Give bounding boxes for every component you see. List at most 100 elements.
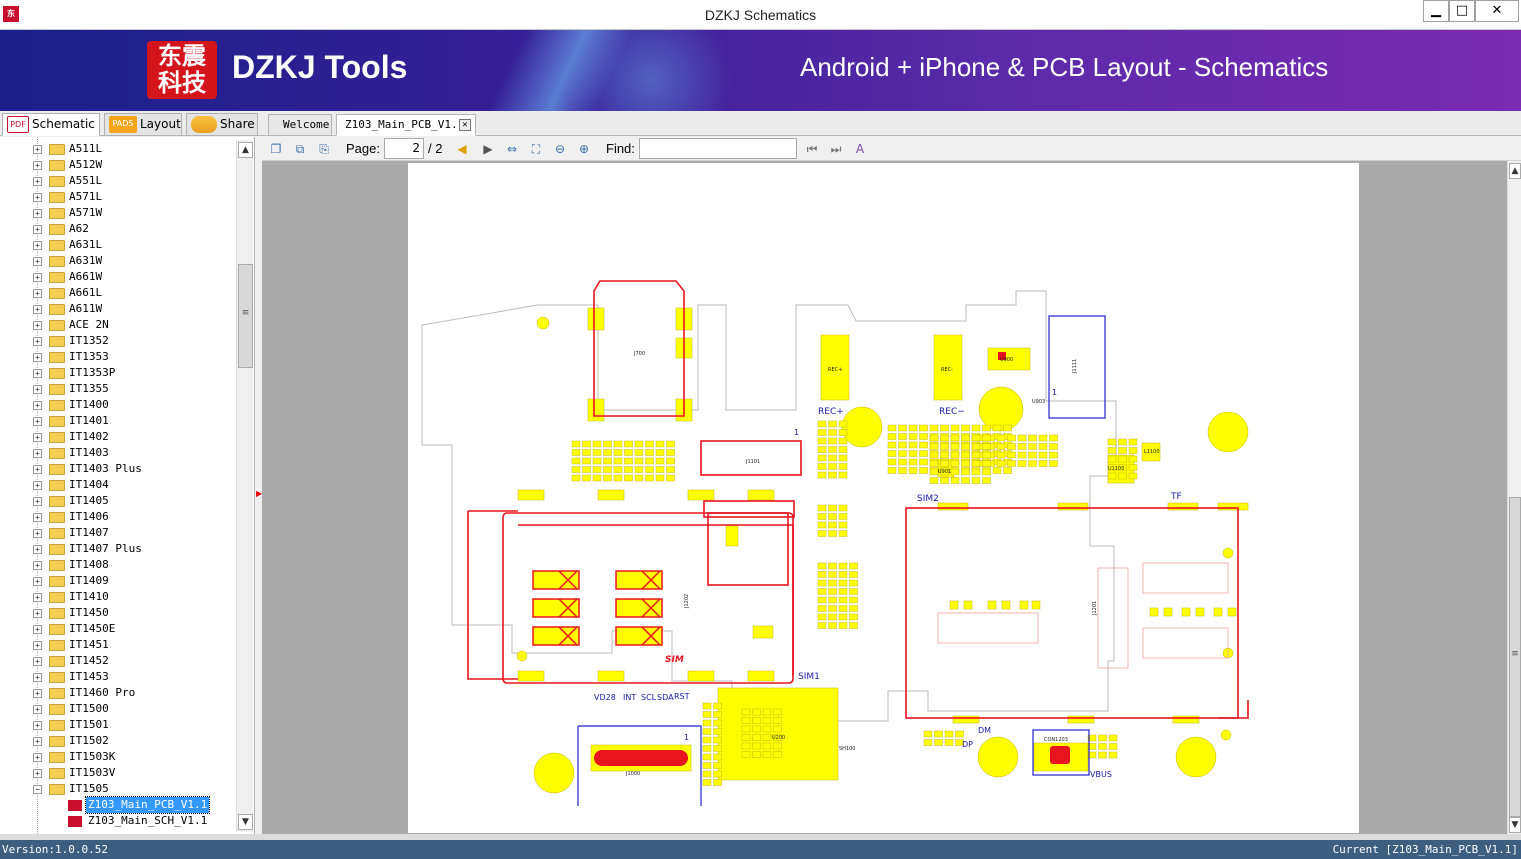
paste-icon[interactable]: ⎘: [316, 141, 332, 157]
expand-icon[interactable]: +: [33, 753, 42, 762]
tree-file[interactable]: Z103_Main_PCB_V1.1: [0, 796, 236, 814]
panel-splitter[interactable]: ▶: [255, 137, 262, 834]
find-input[interactable]: [639, 138, 797, 159]
zoom-in-icon[interactable]: ⊕: [576, 141, 592, 157]
tree-folder[interactable]: + IT1403 Plus: [0, 461, 236, 477]
find-next-icon[interactable]: ⏭: [828, 141, 844, 157]
expand-icon[interactable]: +: [33, 721, 42, 730]
tree-folder[interactable]: + A571L: [0, 189, 236, 205]
tree-folder[interactable]: + IT1401: [0, 413, 236, 429]
expand-icon[interactable]: +: [33, 337, 42, 346]
tree-folder[interactable]: + ACE 2N: [0, 317, 236, 333]
viewer-scroll-down-icon[interactable]: ▼: [1509, 817, 1521, 833]
viewer-scroll-up-icon[interactable]: ▲: [1509, 163, 1521, 179]
tab-share[interactable]: Share: [186, 113, 258, 136]
close-tab-icon[interactable]: ✕: [459, 119, 471, 131]
fit-width-icon[interactable]: ⇔: [504, 141, 520, 157]
expand-icon[interactable]: +: [33, 465, 42, 474]
highlight-text-icon[interactable]: A: [852, 141, 868, 157]
expand-icon[interactable]: +: [33, 145, 42, 154]
tree-folder[interactable]: + IT1452: [0, 653, 236, 669]
expand-icon[interactable]: +: [33, 241, 42, 250]
tree-folder[interactable]: + IT1355: [0, 381, 236, 397]
expand-icon[interactable]: +: [33, 657, 42, 666]
expand-icon[interactable]: +: [33, 305, 42, 314]
expand-icon[interactable]: +: [33, 385, 42, 394]
expand-icon[interactable]: +: [33, 449, 42, 458]
tree-folder[interactable]: + A512W: [0, 157, 236, 173]
tree-folder[interactable]: + IT1402: [0, 429, 236, 445]
expand-icon[interactable]: +: [33, 593, 42, 602]
expand-icon[interactable]: +: [33, 513, 42, 522]
expand-icon[interactable]: +: [33, 161, 42, 170]
tree-folder[interactable]: + IT1403: [0, 445, 236, 461]
tree-folder[interactable]: + IT1406: [0, 509, 236, 525]
tree-folder[interactable]: + IT1405: [0, 493, 236, 509]
tree-folder[interactable]: + A611W: [0, 301, 236, 317]
tree-folder[interactable]: − IT1505: [0, 781, 236, 797]
tree-folder[interactable]: + IT1453: [0, 669, 236, 685]
viewer-scrollbar[interactable]: ▲ ≡ ▼: [1507, 161, 1521, 834]
document-viewer[interactable]: J700 REC+ REC- J1101 J1111 U900 U903 U90…: [262, 161, 1507, 834]
tree-folder[interactable]: + A511L: [0, 141, 236, 157]
prev-page-icon[interactable]: ◀: [454, 141, 470, 157]
tab-current-document[interactable]: Z103_Main_PCB_V1.1 ✕: [336, 114, 476, 136]
tab-schematic[interactable]: PDF Schematic: [2, 113, 100, 136]
tree-folder[interactable]: + IT1460 Pro: [0, 685, 236, 701]
tree-folder[interactable]: + IT1404: [0, 477, 236, 493]
expand-icon[interactable]: +: [33, 625, 42, 634]
tree-folder[interactable]: + IT1410: [0, 589, 236, 605]
expand-icon[interactable]: +: [33, 257, 42, 266]
tree-folder[interactable]: + A551L: [0, 173, 236, 189]
scroll-down-icon[interactable]: ▼: [238, 814, 253, 830]
viewer-scroll-thumb[interactable]: ≡: [1509, 497, 1521, 817]
tree-folder[interactable]: + IT1450: [0, 605, 236, 621]
tree-folder[interactable]: + IT1407 Plus: [0, 541, 236, 557]
minimize-button[interactable]: ▁: [1423, 0, 1449, 22]
zoom-out-icon[interactable]: ⊖: [552, 141, 568, 157]
tree-folder[interactable]: + IT1353: [0, 349, 236, 365]
expand-icon[interactable]: +: [33, 529, 42, 538]
tree-folder[interactable]: + A631W: [0, 253, 236, 269]
tree-folder[interactable]: + IT1500: [0, 701, 236, 717]
expand-icon[interactable]: +: [33, 689, 42, 698]
tree-folder[interactable]: + IT1409: [0, 573, 236, 589]
tree-folder[interactable]: + IT1502: [0, 733, 236, 749]
tree-folder[interactable]: + A631L: [0, 237, 236, 253]
expand-icon[interactable]: +: [33, 641, 42, 650]
expand-icon[interactable]: +: [33, 209, 42, 218]
tree-folder[interactable]: + IT1503V: [0, 765, 236, 781]
tree-scrollbar[interactable]: ▲ ≡ ▼: [236, 140, 253, 832]
tree-folder[interactable]: + IT1408: [0, 557, 236, 573]
expand-icon[interactable]: +: [33, 673, 42, 682]
tree-folder[interactable]: + IT1400: [0, 397, 236, 413]
tree-folder[interactable]: + IT1352: [0, 333, 236, 349]
copy-icon[interactable]: ❐: [268, 141, 284, 157]
expand-icon[interactable]: +: [33, 321, 42, 330]
scroll-thumb[interactable]: ≡: [238, 264, 253, 368]
expand-icon[interactable]: +: [33, 273, 42, 282]
expand-icon[interactable]: +: [33, 353, 42, 362]
close-button[interactable]: ✕: [1475, 0, 1519, 22]
tree-folder[interactable]: + IT1407: [0, 525, 236, 541]
expand-icon[interactable]: +: [33, 769, 42, 778]
scroll-up-icon[interactable]: ▲: [238, 142, 253, 158]
tree-folder[interactable]: + IT1450E: [0, 621, 236, 637]
tree-file[interactable]: Z103_Main_SCH_V1.1: [0, 813, 236, 829]
tree-folder[interactable]: + A571W: [0, 205, 236, 221]
tree-folder[interactable]: + IT1503K: [0, 749, 236, 765]
maximize-button[interactable]: □: [1449, 0, 1475, 22]
find-previous-icon[interactable]: ⏮: [804, 141, 820, 157]
tree-folder[interactable]: + A661L: [0, 285, 236, 301]
collapse-icon[interactable]: −: [33, 785, 42, 794]
expand-icon[interactable]: +: [33, 481, 42, 490]
expand-icon[interactable]: +: [33, 417, 42, 426]
tree-folder[interactable]: + IT1501: [0, 717, 236, 733]
expand-icon[interactable]: +: [33, 737, 42, 746]
expand-icon[interactable]: +: [33, 433, 42, 442]
copy-page-icon[interactable]: ⧉: [292, 141, 308, 157]
expand-icon[interactable]: +: [33, 369, 42, 378]
expand-icon[interactable]: +: [33, 193, 42, 202]
expand-icon[interactable]: +: [33, 401, 42, 410]
tree-folder[interactable]: + IT1451: [0, 637, 236, 653]
